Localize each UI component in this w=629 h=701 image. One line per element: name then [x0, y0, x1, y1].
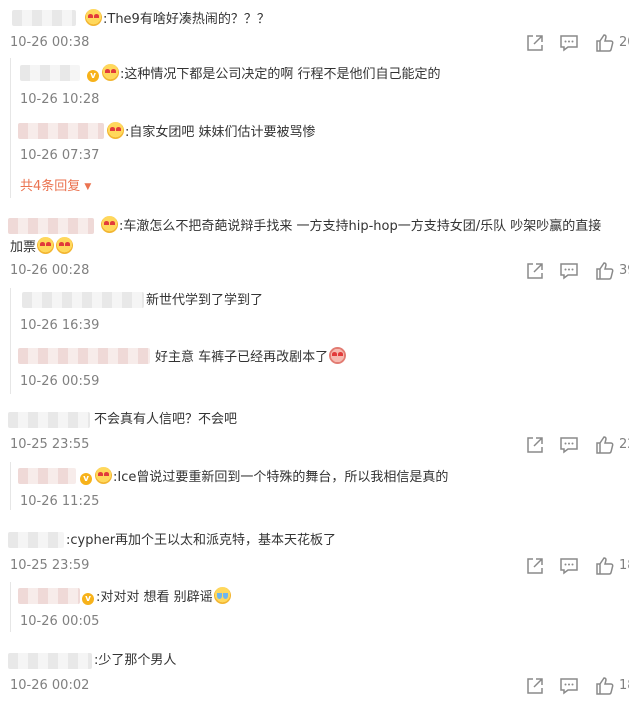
share-icon[interactable]	[525, 556, 545, 576]
more-replies-link[interactable]: 共4条回复 ▼	[20, 179, 91, 195]
reply-time: 10-26 10:28	[20, 92, 100, 107]
share-icon[interactable]	[525, 261, 545, 281]
comment-icon[interactable]	[559, 676, 579, 696]
reply-username-blurred[interactable]	[18, 468, 76, 484]
like-count: 20	[619, 35, 629, 50]
reply-divider	[10, 582, 11, 632]
reply-text: :自家女团吧 妹妹们估计要被骂惨	[106, 122, 316, 142]
comment-time: 10-26 00:38	[10, 35, 90, 50]
reply-username-blurred[interactable]	[20, 65, 80, 81]
share-icon[interactable]	[525, 676, 545, 696]
comment-text: :车澈怎么不把奇葩说辩手找来 一方支持hip-hop一方支持女团/乐队 吵架吵赢…	[100, 216, 601, 236]
reply-time: 10-26 07:37	[20, 148, 100, 163]
heart-eyes-emoji-icon	[95, 467, 112, 484]
username-blurred[interactable]	[12, 10, 76, 26]
thumb-up-icon[interactable]	[595, 676, 615, 696]
comment-time: 10-26 00:02	[10, 678, 90, 693]
shocked-emoji-icon	[56, 237, 74, 254]
reply-divider	[10, 462, 11, 510]
share-icon[interactable]	[525, 435, 545, 455]
reply-text: 好主意 车裤子已经再改剧本了	[155, 347, 347, 367]
thumb-up-icon[interactable]	[595, 261, 615, 281]
reply-username-blurred[interactable]	[18, 123, 104, 139]
share-icon[interactable]	[525, 33, 545, 53]
like-count: 18	[619, 558, 629, 573]
comment-time: 10-25 23:59	[10, 558, 90, 573]
username-blurred[interactable]	[8, 218, 94, 234]
reply-time: 10-26 16:39	[20, 318, 100, 333]
like-count: 22	[619, 437, 629, 452]
thumb-up-icon[interactable]	[595, 556, 615, 576]
comment-text: :The9有啥好凑热闹的？？？	[84, 9, 270, 29]
comment-text-cont: 加票	[10, 237, 74, 257]
comment-text: 不会真有人信吧？不会吧	[94, 412, 238, 427]
caret-down-icon: ▼	[84, 182, 92, 192]
verified-badge-icon: v	[80, 473, 92, 485]
reply-text: v:Ice曾说过要重新回到一个特殊的舞台，所以我相信是真的	[80, 467, 448, 487]
crying-emoji-icon	[213, 587, 231, 604]
comment-text: :cypher再加个王以太和派克特，基本天花板了	[66, 533, 337, 548]
comment-icon[interactable]	[559, 435, 579, 455]
reply-divider	[10, 58, 11, 198]
reply-text: v:这种情况下都是公司决定的啊 行程不是他们自己能定的	[87, 64, 441, 84]
heart-eyes-emoji-icon	[101, 216, 118, 233]
crazy-emoji-icon	[329, 347, 347, 364]
reply-text: v:对对对 想看 别辟谣	[82, 587, 232, 607]
heart-eyes-emoji-icon	[102, 64, 119, 81]
reply-divider	[10, 288, 11, 394]
comment-text: :少了那个男人	[94, 653, 177, 668]
comment-time: 10-26 00:28	[10, 263, 90, 278]
reply-text: 新世代学到了学到了	[146, 293, 264, 308]
thumb-up-icon[interactable]	[595, 435, 615, 455]
reply-username-blurred[interactable]	[18, 348, 150, 364]
username-blurred[interactable]	[8, 532, 64, 548]
thumb-up-icon[interactable]	[595, 33, 615, 53]
like-count: 39	[619, 263, 629, 278]
reply-username-blurred[interactable]	[18, 588, 80, 604]
comment-time: 10-25 23:55	[10, 437, 90, 452]
like-count: 18	[619, 678, 629, 693]
reply-time: 10-26 11:25	[20, 494, 100, 509]
comment-list: :The9有啥好凑热闹的？？？ 10-26 00:38 20 v:这种情况下都是…	[0, 0, 629, 701]
comment-icon[interactable]	[559, 556, 579, 576]
reply-time: 10-26 00:05	[20, 614, 100, 629]
username-blurred[interactable]	[8, 412, 90, 428]
comment-icon[interactable]	[559, 33, 579, 53]
shocked-emoji-icon	[37, 237, 55, 254]
reply-username-blurred[interactable]	[22, 292, 144, 308]
verified-badge-icon: v	[82, 593, 94, 605]
heart-eyes-emoji-icon	[107, 122, 124, 139]
verified-badge-icon: v	[87, 70, 99, 82]
reply-time: 10-26 00:59	[20, 374, 100, 389]
comment-icon[interactable]	[559, 261, 579, 281]
username-blurred[interactable]	[8, 653, 92, 669]
heart-eyes-emoji-icon	[85, 9, 102, 26]
